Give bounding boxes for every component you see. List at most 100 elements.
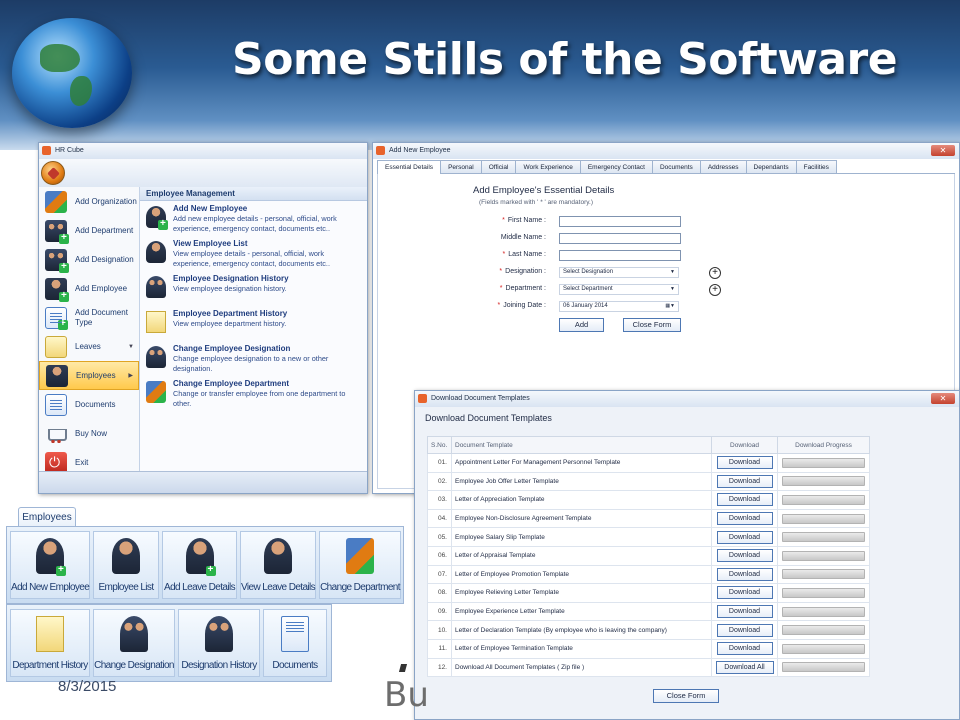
chevron-right-icon: ▶ (128, 373, 133, 379)
tab-essential-details[interactable]: Essential Details (377, 160, 442, 175)
left-navigation: Add Organization Add Department Add Desi… (39, 187, 140, 474)
tab-facilities[interactable]: Facilities (795, 160, 837, 173)
ribbon-row-2: Department History Change Designation De… (6, 604, 332, 682)
leaves-icon (45, 335, 67, 358)
add-employee-icon (146, 206, 168, 230)
download-button[interactable]: Download All (715, 660, 774, 674)
document-type-icon (45, 306, 68, 330)
app-menu-orb[interactable] (41, 161, 65, 185)
nav-add-organization[interactable]: Add Organization (39, 187, 139, 216)
tab-official[interactable]: Official (480, 160, 517, 173)
add-button[interactable]: Add (559, 318, 604, 332)
download-progress-bar (782, 606, 865, 617)
row-number: 04. (427, 508, 452, 529)
download-progress-bar (782, 494, 865, 505)
department-history-icon (36, 616, 64, 652)
documents-button[interactable]: Documents (263, 609, 327, 677)
tab-personal[interactable]: Personal (440, 160, 482, 173)
table-row: 03. Letter of Appreciation Template Downlo… (427, 490, 870, 510)
tab-documents[interactable]: Documents (651, 160, 701, 173)
mgmt-view-employee-list[interactable]: View Employee List View employee details… (140, 236, 367, 271)
row-number: 08. (427, 583, 452, 603)
template-name: Employee Salary Slip Template (451, 527, 712, 547)
change-department-button[interactable]: Change Department (319, 531, 401, 599)
nav-add-document-type[interactable]: Add Document Type (39, 303, 139, 332)
template-name: Employee Experience Letter Template (451, 601, 712, 622)
nav-add-department[interactable]: Add Department (39, 216, 139, 245)
nav-employees[interactable]: Employees ▶ (39, 361, 139, 390)
close-form-button[interactable]: Close Form (653, 689, 719, 703)
nav-documents[interactable]: Documents (39, 390, 139, 419)
mgmt-change-department[interactable]: Change Employee Department Change or tra… (140, 376, 367, 411)
download-button[interactable]: Download (716, 642, 773, 656)
download-button[interactable]: Download (716, 512, 773, 526)
mgmt-change-designation[interactable]: Change Employee Designation Change emplo… (140, 341, 367, 376)
add-designation-plus-icon[interactable]: + (709, 267, 721, 279)
download-heading: Download Document Templates (425, 413, 552, 423)
first-name-input[interactable] (559, 216, 681, 227)
add-leave-details-button[interactable]: Add Leave Details (162, 531, 237, 599)
close-form-button[interactable]: Close Form (623, 318, 681, 332)
table-row: 12. Download All Document Templates ( Zip… (427, 657, 870, 678)
download-button[interactable]: Download (716, 530, 773, 544)
template-name: Letter of Appreciation Template (451, 490, 712, 510)
add-department-icon (45, 219, 69, 244)
nav-add-employee[interactable]: Add Employee (39, 274, 139, 303)
nav-leaves[interactable]: Leaves ▼ (39, 332, 139, 361)
add-department-plus-icon[interactable]: + (709, 284, 721, 296)
watermark-mark (398, 664, 408, 672)
department-history-button[interactable]: Department History (10, 609, 90, 677)
download-button[interactable]: Download (716, 493, 773, 507)
nav-add-designation[interactable]: Add Designation (39, 245, 139, 274)
tab-dependants[interactable]: Dependants (745, 160, 797, 173)
employee-list-button[interactable]: Employee List (93, 531, 159, 599)
department-label: * Department : (499, 285, 546, 292)
download-cell: Download (711, 638, 778, 659)
template-name: Download All Document Templates ( Zip fi… (451, 657, 712, 678)
mgmt-designation-history[interactable]: Employee Designation History View employ… (140, 271, 367, 306)
tab-emergency-contact[interactable]: Emergency Contact (579, 160, 653, 173)
joining-date-picker[interactable]: 06 January 2014 ▦▼ (559, 301, 679, 312)
download-button[interactable]: Download (716, 549, 773, 563)
designation-select[interactable]: Select Designation ▼ (559, 267, 679, 278)
change-designation-icon (120, 616, 148, 652)
slide-date: 8/3/2015 (58, 678, 117, 695)
download-button[interactable]: Download (716, 456, 773, 470)
tab-employees[interactable]: Employees (18, 507, 76, 527)
row-number: 06. (427, 545, 452, 566)
tab-addresses[interactable]: Addresses (699, 160, 747, 173)
tab-work-experience[interactable]: Work Experience (515, 160, 581, 173)
slide-title: Some Stills of the Software (232, 34, 898, 85)
designation-history-icon (146, 276, 166, 298)
row-number: 02. (427, 471, 452, 492)
column-header: S.No. (427, 436, 452, 454)
download-progress-bar (782, 457, 865, 468)
close-icon[interactable]: ✕ (931, 393, 955, 404)
nav-buy-now[interactable]: Buy Now (39, 419, 139, 448)
add-leave-icon (185, 538, 216, 576)
template-name: Employee Non-Disclosure Agreement Templa… (451, 508, 712, 529)
form-title: Add Employee's Essential Details (473, 185, 615, 196)
designation-history-button[interactable]: Designation History (178, 609, 260, 677)
mgmt-department-history[interactable]: Employee Department History View employe… (140, 306, 367, 341)
middle-name-input[interactable] (559, 233, 681, 244)
change-designation-button[interactable]: Change Designation (93, 609, 175, 677)
mgmt-add-new-employee[interactable]: Add New Employee Add new employee detail… (140, 201, 367, 236)
view-leave-details-button[interactable]: View Leave Details (240, 531, 316, 599)
close-icon[interactable]: ✕ (931, 145, 955, 156)
download-button[interactable]: Download (716, 623, 773, 637)
download-button[interactable]: Download (716, 567, 773, 581)
download-button[interactable]: Download (716, 605, 773, 619)
department-select[interactable]: Select Department ▼ (559, 284, 679, 295)
organization-icon (45, 190, 67, 213)
add-new-employee-button[interactable]: Add New Employee (10, 531, 90, 599)
download-button[interactable]: Download (716, 474, 773, 488)
employee-management-panel: Employee Management Add New Employee Add… (140, 187, 367, 473)
download-button[interactable]: Download (716, 586, 773, 600)
row-number: 05. (427, 527, 452, 547)
window-title: Download Document Templates (431, 395, 530, 402)
download-cell: Download (711, 583, 778, 603)
last-name-input[interactable] (559, 250, 681, 261)
add-employee-icon (45, 277, 69, 302)
row-number: 01. (427, 453, 452, 473)
